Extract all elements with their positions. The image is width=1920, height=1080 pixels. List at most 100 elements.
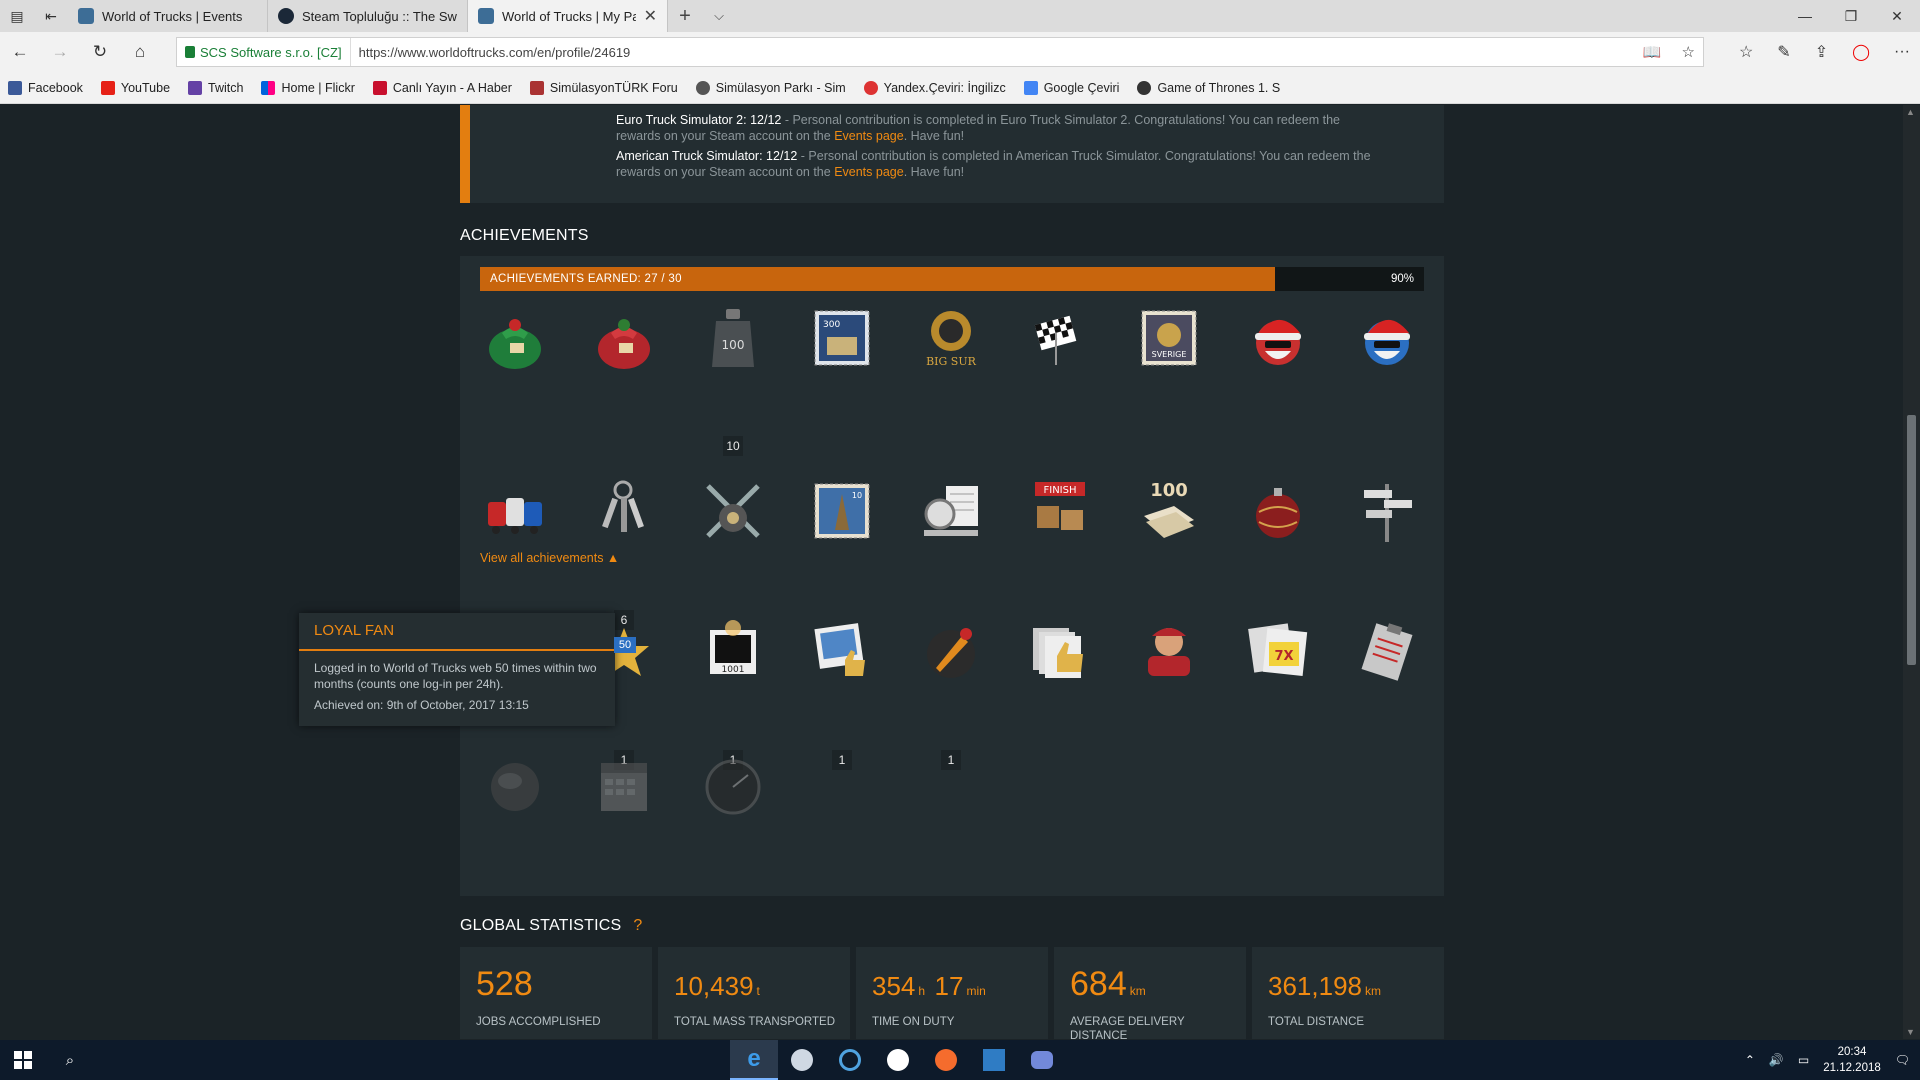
bookmark-yandex[interactable]: Yandex.Çeviri: İngilizc bbox=[863, 80, 1006, 95]
search-icon[interactable]: ⌕ bbox=[46, 1040, 94, 1080]
locked-globe-icon[interactable] bbox=[475, 746, 555, 826]
favorite-star-icon[interactable]: ☆ bbox=[1682, 43, 1695, 61]
bookmark-twitch[interactable]: Twitch bbox=[188, 80, 243, 95]
uplay-icon[interactable] bbox=[826, 1040, 874, 1080]
certificate-label: SCS Software s.r.o. [CZ] bbox=[200, 44, 342, 60]
system-clock[interactable]: 20:34 21.12.2018 bbox=[1823, 1044, 1881, 1076]
achievement-tooltip: LOYAL FAN Logged in to World of Trucks w… bbox=[299, 613, 615, 726]
more-menu-icon[interactable]: ··· bbox=[1894, 43, 1910, 61]
photo-1001-icon[interactable]: 1001 bbox=[693, 611, 773, 691]
christmas-gift-sack-green-icon[interactable] bbox=[475, 298, 555, 378]
sverige-stamp-icon[interactable]: SVERIGE bbox=[1129, 298, 1209, 378]
scrollbar-thumb[interactable] bbox=[1907, 415, 1916, 665]
home-icon[interactable]: ⌂ bbox=[120, 32, 160, 72]
favorites-hub-icon[interactable]: ☆ bbox=[1739, 42, 1753, 62]
santa-smiley-red-icon[interactable] bbox=[1238, 298, 1318, 378]
browser-tab-events[interactable]: World of Trucks | Events bbox=[68, 0, 268, 32]
tooltip-description: Logged in to World of Trucks web 50 time… bbox=[314, 661, 597, 691]
show-hidden-icons-icon[interactable]: ⌃ bbox=[1745, 1053, 1755, 1067]
photos-7x-icon[interactable]: 7X bbox=[1238, 611, 1318, 691]
stopwatch-notepad-icon[interactable] bbox=[911, 471, 991, 551]
achievement-count: 10 bbox=[723, 436, 743, 456]
address-field[interactable]: SCS Software s.r.o. [CZ] https://www.wor… bbox=[176, 37, 1704, 67]
big-sur-icon[interactable]: BIG SUR bbox=[911, 298, 991, 378]
opera-extension-icon[interactable]: ◯ bbox=[1852, 42, 1870, 62]
bookmark-flickr[interactable]: Home | Flickr bbox=[261, 80, 355, 95]
truck-keys-icon[interactable] bbox=[584, 471, 664, 551]
steam-icon[interactable] bbox=[778, 1040, 826, 1080]
tab-title: World of Trucks | Events bbox=[102, 8, 243, 24]
help-icon[interactable]: ? bbox=[633, 917, 642, 934]
svg-text:100: 100 bbox=[722, 338, 745, 352]
events-page-link[interactable]: Events page bbox=[834, 129, 904, 143]
volume-icon[interactable]: 🔊 bbox=[1769, 1053, 1784, 1067]
stat-average-distance: 684 km AVERAGE DELIVERY DISTANCE bbox=[1054, 947, 1246, 1039]
locked-calendar-icon[interactable] bbox=[584, 746, 664, 826]
santa-smiley-blue-icon[interactable] bbox=[1347, 298, 1427, 378]
reading-view-icon[interactable]: 📖 bbox=[1643, 43, 1662, 61]
scroll-down-icon[interactable]: ▼ bbox=[1906, 1027, 1915, 1037]
svg-text:FINISH: FINISH bbox=[1044, 485, 1077, 496]
pen-notes-icon[interactable]: ✎ bbox=[1777, 42, 1790, 62]
clipboard-checklist-icon[interactable] bbox=[1347, 611, 1427, 691]
back-icon[interactable]: ← bbox=[0, 32, 40, 72]
tab-preview-chevron-icon[interactable]: ⌵ bbox=[702, 8, 736, 24]
signpost-icon[interactable] bbox=[1347, 471, 1427, 551]
restore-window-icon[interactable]: ❐ bbox=[1828, 0, 1874, 32]
bookmark-a-haber[interactable]: Canlı Yayın - A Haber bbox=[372, 80, 512, 95]
page-scrollbar[interactable]: ▲ ▼ bbox=[1903, 105, 1920, 1039]
browser-tab-steam[interactable]: Steam Topluluğu :: The Swo bbox=[268, 0, 468, 32]
origin-icon[interactable] bbox=[922, 1040, 970, 1080]
maps-app-icon[interactable] bbox=[970, 1040, 1018, 1080]
locked-speedometer-icon[interactable] bbox=[693, 746, 773, 826]
finish-crates-icon[interactable]: FINISH bbox=[1020, 471, 1100, 551]
address-toolbar: ← → ↻ ⌂ SCS Software s.r.o. [CZ] https:/… bbox=[0, 32, 1920, 72]
wrench-shield-icon[interactable] bbox=[693, 471, 773, 551]
bookmark-facebook[interactable]: Facebook bbox=[8, 80, 83, 95]
tab-actions-icon[interactable]: ▤ bbox=[0, 0, 34, 32]
trucks-fleet-icon[interactable] bbox=[475, 471, 555, 551]
action-center-icon[interactable]: 🗨 bbox=[1895, 1053, 1910, 1067]
hundred-papers-icon[interactable]: 100 bbox=[1129, 471, 1209, 551]
close-tab-icon[interactable]: ✕ bbox=[644, 6, 657, 26]
checkered-flags-icon[interactable] bbox=[1020, 298, 1100, 378]
discord-icon[interactable] bbox=[1018, 1040, 1066, 1080]
pirate-mascot-icon[interactable] bbox=[1129, 611, 1209, 691]
url-text[interactable]: https://www.worldoftrucks.com/en/profile… bbox=[351, 45, 631, 60]
windows-start-icon[interactable] bbox=[0, 1040, 46, 1080]
new-tab-button[interactable]: + bbox=[668, 5, 702, 28]
bookmark-game-of-thrones[interactable]: Game of Thrones 1. S bbox=[1137, 80, 1280, 95]
view-all-achievements-link[interactable]: View all achievements ▲ bbox=[480, 551, 619, 565]
bookmark-simulasyon-parki[interactable]: Simülasyon Parkı - Sim bbox=[695, 80, 846, 95]
berlin-stamp-icon[interactable]: 300 bbox=[802, 298, 882, 378]
bookmark-simulasyonturk[interactable]: SimülasyonTÜRK Foru bbox=[529, 80, 678, 95]
photos-400-thumbs-up-icon[interactable] bbox=[1020, 611, 1100, 691]
events-page-link[interactable]: Events page bbox=[834, 165, 904, 179]
mascot-rocket-icon[interactable] bbox=[911, 611, 991, 691]
tab-title: World of Trucks | My Pa bbox=[502, 8, 636, 24]
photo-thumbs-up-icon[interactable] bbox=[802, 611, 882, 691]
network-icon[interactable]: ▭ bbox=[1798, 1053, 1809, 1067]
christmas-ornament-icon[interactable] bbox=[1238, 471, 1318, 551]
scroll-up-icon[interactable]: ▲ bbox=[1906, 107, 1915, 117]
christmas-gift-sack-red-icon[interactable] bbox=[584, 298, 664, 378]
svg-text:BIG SUR: BIG SUR bbox=[926, 355, 977, 368]
set-aside-tabs-icon[interactable]: ⇤ bbox=[34, 0, 68, 32]
xbox-icon[interactable] bbox=[874, 1040, 922, 1080]
share-icon[interactable]: ⇪ bbox=[1815, 42, 1828, 62]
refresh-icon[interactable]: ↻ bbox=[80, 32, 120, 72]
google-translate-icon bbox=[1023, 80, 1038, 95]
forward-icon[interactable]: → bbox=[40, 32, 80, 72]
minimize-window-icon[interactable]: — bbox=[1782, 0, 1828, 32]
site-certificate[interactable]: SCS Software s.r.o. [CZ] bbox=[177, 38, 351, 66]
edge-browser-icon[interactable]: e bbox=[730, 1040, 778, 1080]
bookmark-youtube[interactable]: YouTube bbox=[100, 80, 170, 95]
paris-stamp-icon[interactable]: 10 bbox=[802, 471, 882, 551]
close-window-icon[interactable]: ✕ bbox=[1874, 0, 1920, 32]
weight-100-icon[interactable]: 100 bbox=[693, 298, 773, 378]
tooltip-achieved-date: Achieved on: 9th of October, 2017 13:15 bbox=[314, 698, 529, 712]
bookmark-google-translate[interactable]: Google Çeviri bbox=[1023, 80, 1119, 95]
steam-favicon-icon bbox=[278, 8, 294, 24]
browser-tab-profile[interactable]: World of Trucks | My Pa ✕ bbox=[468, 0, 668, 32]
browser-tab-strip: ▤ ⇤ World of Trucks | Events Steam Toplu… bbox=[0, 0, 1920, 32]
